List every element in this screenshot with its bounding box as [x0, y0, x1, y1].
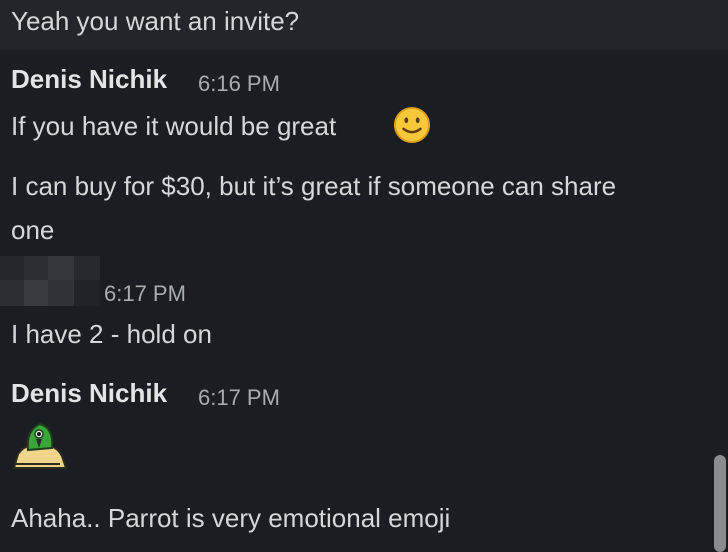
scrollbar-thumb[interactable]: [714, 455, 726, 552]
message-text: I have 2 - hold on: [11, 319, 212, 349]
blurred-avatar: [0, 256, 100, 306]
message-text: Ahaha.. Parrot is very emotional emoji: [11, 503, 451, 533]
previous-message[interactable]: Yeah you want an invite?: [0, 0, 728, 50]
sender-name[interactable]: Denis Nichik: [11, 64, 167, 95]
sender-name[interactable]: Denis Nichik: [11, 378, 167, 409]
message-text: Yeah you want an invite?: [11, 6, 300, 36]
message-text: one: [11, 215, 55, 245]
message-timestamp[interactable]: 6:16 PM: [198, 71, 280, 97]
message-timestamp[interactable]: 6:17 PM: [198, 385, 280, 411]
message-timestamp[interactable]: 6:17 PM: [104, 281, 186, 307]
slightly-smiling-face-icon: [393, 106, 431, 144]
parrot-emoji-icon: [12, 422, 68, 469]
message-text: If you have it would be great: [11, 111, 337, 141]
message-text: I can buy for $30, but it’s great if som…: [11, 171, 617, 201]
chat-view: Yeah you want an invite? Denis Nichik 6:…: [0, 0, 728, 552]
